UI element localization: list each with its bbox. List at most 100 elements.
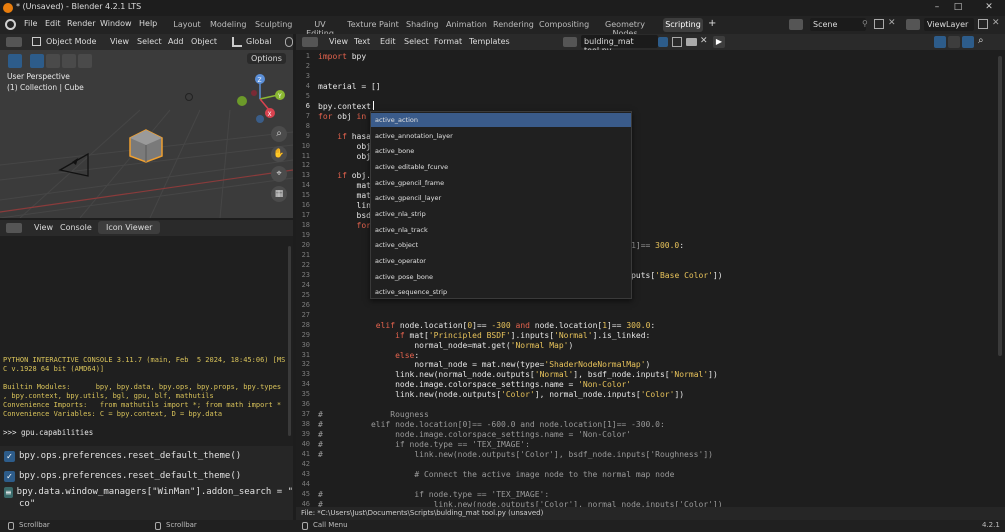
autocomplete-item[interactable]: active_nla_strip [371,207,631,221]
fake-user-icon[interactable] [658,37,668,47]
run-script-icon[interactable]: ▶ [713,36,725,48]
delete-viewlayer-icon[interactable]: ✕ [992,18,1000,28]
blender-menu-icon[interactable] [5,19,16,30]
console-history-popup[interactable]: ✓ bpy.ops.preferences.reset_default_theme… [0,446,293,520]
zoom-icon[interactable]: ⌕ [271,126,287,142]
search-icon[interactable]: ⌕ [978,35,984,46]
editor-type-icon[interactable] [6,37,22,47]
3d-viewport[interactable]: Options User Perspective (1) Collection … [0,50,293,218]
tab-modeling[interactable]: Modeling [210,18,246,32]
select-mode-1[interactable] [30,54,44,68]
tab-texture-paint[interactable]: Texture Paint [347,18,399,32]
light-object[interactable] [185,93,193,101]
cube-object[interactable] [128,128,164,164]
new-scene-icon[interactable] [874,19,884,29]
new-viewlayer-icon[interactable] [978,19,988,29]
python-console[interactable]: PYTHON INTERACTIVE CONSOLE 3.11.7 (main,… [0,236,293,446]
open-text-icon[interactable] [686,38,697,46]
syntax-highlight-toggle[interactable] [962,36,974,48]
unlink-text-icon[interactable]: ✕ [700,36,708,46]
console-editor-type-icon[interactable] [6,223,22,233]
tab-uv-editing[interactable]: UV Editing [300,18,340,38]
text-file-name-field[interactable]: bulding_mat tool.py [581,35,658,55]
options-dropdown[interactable]: Options [247,53,286,64]
tab-scripting[interactable]: Scripting [663,18,703,32]
scene-name-field[interactable]: Scene [810,18,866,31]
svg-text:Y: Y [277,93,282,100]
console-menu-console[interactable]: Console [60,223,92,232]
navigation-gizmo[interactable]: Z Y X [232,73,288,131]
menu-window[interactable]: Window [100,19,132,28]
text-menu-text[interactable]: Text [354,37,370,46]
minimize-button[interactable]: – [930,2,944,12]
orientation-dropdown[interactable]: Global [246,37,272,46]
scene-selector-icon[interactable] [789,19,803,30]
text-menu-select[interactable]: Select [404,37,429,46]
text-menu-templates[interactable]: Templates [469,37,510,46]
tab-rendering[interactable]: Rendering [493,18,534,32]
autocomplete-popup[interactable]: active_action active_annotation_layer ac… [370,111,632,299]
perspective-toggle-icon[interactable]: ▦ [271,186,287,202]
menu-file[interactable]: File [24,19,37,28]
pin-icon[interactable]: ⚲ [862,19,870,29]
tab-shading[interactable]: Shading [406,18,439,32]
word-wrap-toggle[interactable] [948,36,960,48]
object-mode-dropdown[interactable]: Object Mode [46,37,96,46]
viewlayer-name-field[interactable]: ViewLayer [924,18,974,31]
console-menu-view[interactable]: View [34,223,53,232]
viewport-menu-add[interactable]: Add [168,37,184,46]
editor-scrollbar[interactable] [998,56,1002,356]
title-bar: * (Unsaved) - Blender 4.2.1 LTS – □ ✕ [0,0,1005,16]
pan-hand-icon[interactable]: ✋ [271,146,287,162]
menu-help[interactable]: Help [139,19,157,28]
snap-icon[interactable] [285,37,293,47]
select-mode-4[interactable] [78,54,92,68]
viewport-menu-object[interactable]: Object [191,37,217,46]
autocomplete-item[interactable]: active_pose_bone [371,270,631,284]
history-item[interactable]: ✓ bpy.ops.preferences.reset_default_theme… [0,446,293,466]
new-text-icon[interactable] [672,37,682,47]
tab-geometry-nodes[interactable]: Geometry Nodes [594,18,656,38]
viewport-menu-view[interactable]: View [110,37,129,46]
autocomplete-item[interactable]: active_object [371,238,631,252]
text-menu-format[interactable]: Format [434,37,462,46]
icon-viewer-button[interactable]: Icon Viewer [98,221,161,234]
autocomplete-item[interactable]: active_editable_fcurve [371,160,631,174]
autocomplete-item[interactable]: active_gpencil_frame [371,176,631,190]
select-mode-2[interactable] [46,54,60,68]
viewlayer-selector-icon[interactable] [906,19,920,30]
tab-compositing[interactable]: Compositing [539,18,589,32]
autocomplete-item[interactable]: active_nla_track [371,223,631,237]
autocomplete-item[interactable]: active_gpencil_layer [371,191,631,205]
text-editor-type-icon[interactable] [302,37,318,47]
text-menu-view[interactable]: View [329,37,348,46]
autocomplete-item[interactable]: active_bone [371,144,631,158]
tab-layout[interactable]: Layout [172,18,202,32]
autocomplete-item[interactable]: active_action [371,113,631,127]
text-menu-edit[interactable]: Edit [380,37,396,46]
console-scrollbar[interactable] [288,246,291,436]
camera-view-icon[interactable]: ⌖ [271,166,287,182]
autocomplete-item[interactable]: active_operator [371,254,631,268]
console-input[interactable]: >>> gpu.capabilities [3,428,93,437]
select-mode-3[interactable] [62,54,76,68]
text-datablock-icon[interactable] [563,37,577,47]
autocomplete-item[interactable]: active_annotation_layer [371,129,631,143]
maximize-button[interactable]: □ [951,2,965,12]
add-workspace-button[interactable]: + [708,18,716,29]
menu-edit[interactable]: Edit [45,19,61,28]
tab-sculpting[interactable]: Sculpting [255,18,292,32]
line-numbers-toggle[interactable] [934,36,946,48]
code-token: for [356,221,371,231]
tab-animation[interactable]: Animation [446,18,487,32]
code-token: # link.new(node.outputs['Color'], bsdf_n… [318,450,713,459]
camera-object[interactable] [58,150,92,178]
menu-render[interactable]: Render [67,19,95,28]
autocomplete-item[interactable]: active_sequence_strip [371,285,631,299]
select-box-tool[interactable] [8,54,22,68]
close-button[interactable]: ✕ [982,2,996,12]
delete-scene-icon[interactable]: ✕ [888,18,896,28]
viewport-menu-select[interactable]: Select [137,37,162,46]
history-item[interactable]: ✓ bpy.ops.preferences.reset_default_theme… [0,466,293,486]
history-item[interactable]: ≡ bpy.data.window_managers["WinMan"].addo… [0,486,293,498]
